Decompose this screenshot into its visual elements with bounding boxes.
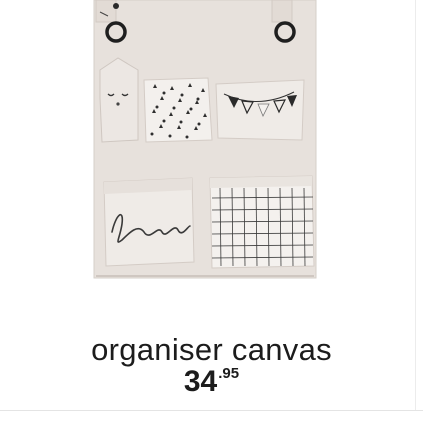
product-image[interactable]: love: [78, 0, 328, 285]
pocket-face: [99, 57, 139, 143]
price-integer: 34: [183, 365, 218, 398]
product-price: 34.95: [0, 364, 423, 405]
price-decimal: .95: [218, 365, 240, 382]
card-divider-bottom: [0, 410, 423, 411]
pocket-bunting: [215, 79, 305, 141]
pocket-grid: [209, 175, 315, 269]
product-title[interactable]: organiser canvas: [0, 332, 423, 368]
pocket-dotted: [143, 77, 213, 143]
